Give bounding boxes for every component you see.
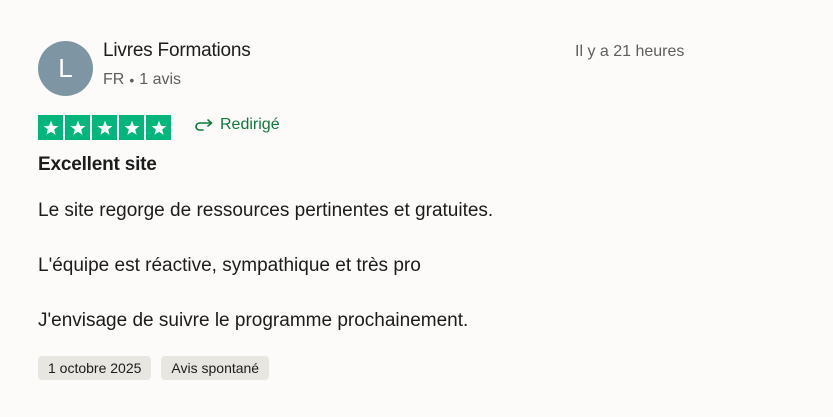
star-icon — [92, 115, 117, 140]
reviewer-meta: FR • 1 avis — [103, 71, 181, 89]
avatar[interactable]: L — [38, 41, 93, 96]
review-paragraph: Le site regorge de ressources pertinente… — [38, 200, 494, 221]
review-date-tag: 1 octobre 2025 — [38, 356, 152, 380]
star-icon — [65, 115, 90, 140]
reviewer-country: FR — [103, 71, 125, 88]
review-card: L Livres Formations FR • 1 avis Il y a 2… — [0, 0, 833, 417]
star-rating — [38, 115, 171, 140]
redirect-arrow-icon — [195, 118, 214, 132]
reviewer-name[interactable]: Livres Formations — [103, 40, 251, 62]
star-icon — [119, 115, 144, 140]
review-tags: 1 octobre 2025 Avis spontané — [38, 356, 270, 380]
review-time: Il y a 21 heures — [575, 43, 685, 60]
star-icon — [38, 115, 63, 140]
review-paragraph: J'envisage de suivre le programme procha… — [38, 310, 469, 331]
meta-separator: • — [129, 72, 135, 88]
review-paragraph: L'équipe est réactive, sympathique et tr… — [38, 255, 421, 276]
review-body: Le site regorge de ressources pertinente… — [38, 200, 778, 332]
review-source-tag[interactable]: Avis spontané — [161, 356, 270, 380]
star-icon — [146, 115, 171, 140]
redirected-label[interactable]: Redirigé — [195, 116, 280, 134]
review-title: Excellent site — [38, 154, 157, 175]
redirected-text: Redirigé — [220, 116, 280, 133]
reviewer-review-count: 1 avis — [139, 71, 182, 88]
avatar-initial: L — [58, 53, 73, 83]
